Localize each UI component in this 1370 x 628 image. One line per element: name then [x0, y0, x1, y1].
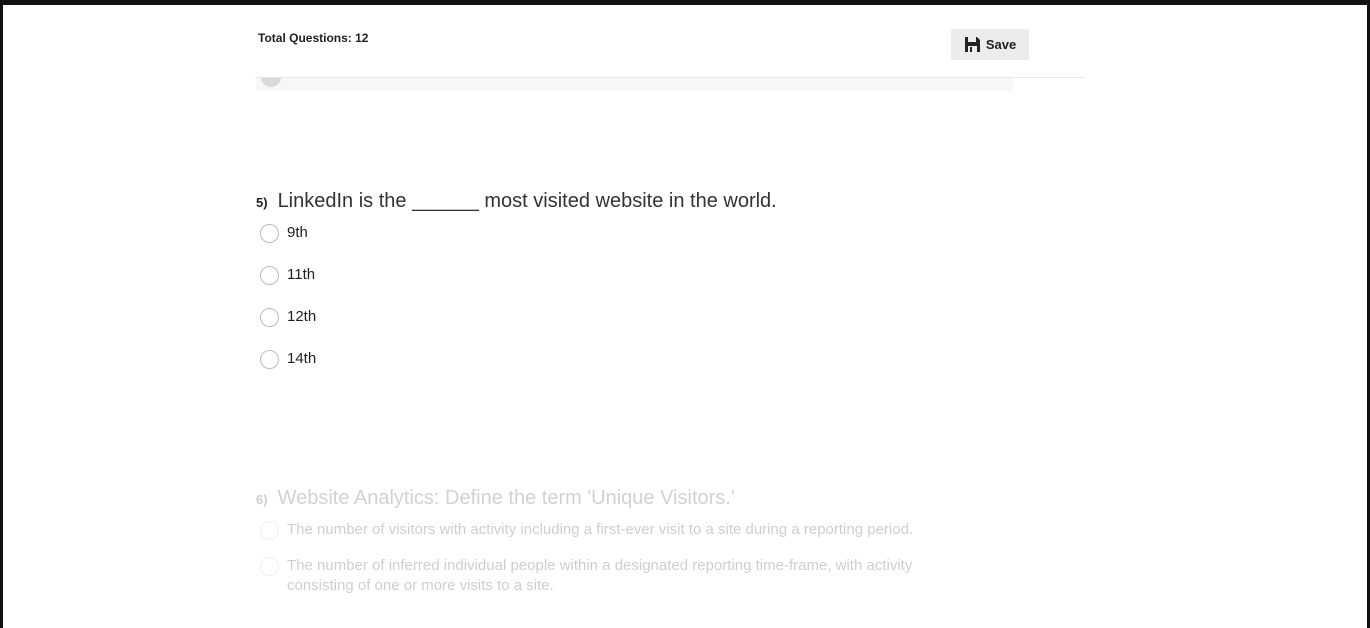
question-5: 5) LinkedIn is the ______ most visited w… — [256, 190, 777, 391]
radio-button[interactable] — [260, 308, 279, 327]
question-6: 6) Website Analytics: Define the term 'U… — [256, 487, 976, 612]
save-button[interactable]: Save — [951, 29, 1029, 60]
option-label: 12th — [287, 308, 317, 325]
answer-option-14th[interactable]: 14th — [260, 349, 777, 369]
question-text: Website Analytics: Define the term 'Uniq… — [277, 487, 735, 509]
quiz-window: False Total Questions: 12 Save 5) Linked… — [0, 0, 1370, 628]
question-text: LinkedIn is the ______ most visited webs… — [277, 190, 777, 212]
floppy-disk-icon — [964, 37, 980, 52]
answer-option-9th[interactable]: 9th — [260, 223, 777, 243]
answer-option-2[interactable]: The number of inferred individual people… — [260, 556, 976, 596]
radio-button[interactable] — [260, 350, 279, 369]
quiz-toolbar: Total Questions: 12 Save — [255, 23, 1085, 78]
question-number: 6) — [256, 492, 268, 507]
radio-button[interactable] — [260, 557, 279, 576]
save-button-label: Save — [985, 37, 1017, 52]
question-number: 5) — [256, 195, 268, 210]
option-label: 11th — [287, 266, 316, 283]
radio-button[interactable] — [260, 266, 279, 285]
radio-button[interactable] — [260, 224, 279, 243]
option-label: The number of visitors with activity inc… — [287, 521, 914, 538]
option-label: 14th — [287, 350, 317, 367]
option-label: 9th — [287, 224, 308, 241]
radio-button[interactable] — [260, 521, 279, 540]
total-questions-label: Total Questions: 12 — [258, 31, 369, 45]
answer-option-12th[interactable]: 12th — [260, 307, 777, 327]
answer-option-1[interactable]: The number of visitors with activity inc… — [260, 520, 976, 540]
option-label: The number of inferred individual people… — [287, 557, 913, 594]
answer-option-11th[interactable]: 11th — [260, 265, 777, 285]
question-header: 6) Website Analytics: Define the term 'U… — [256, 487, 976, 510]
question-header: 5) LinkedIn is the ______ most visited w… — [256, 190, 777, 213]
